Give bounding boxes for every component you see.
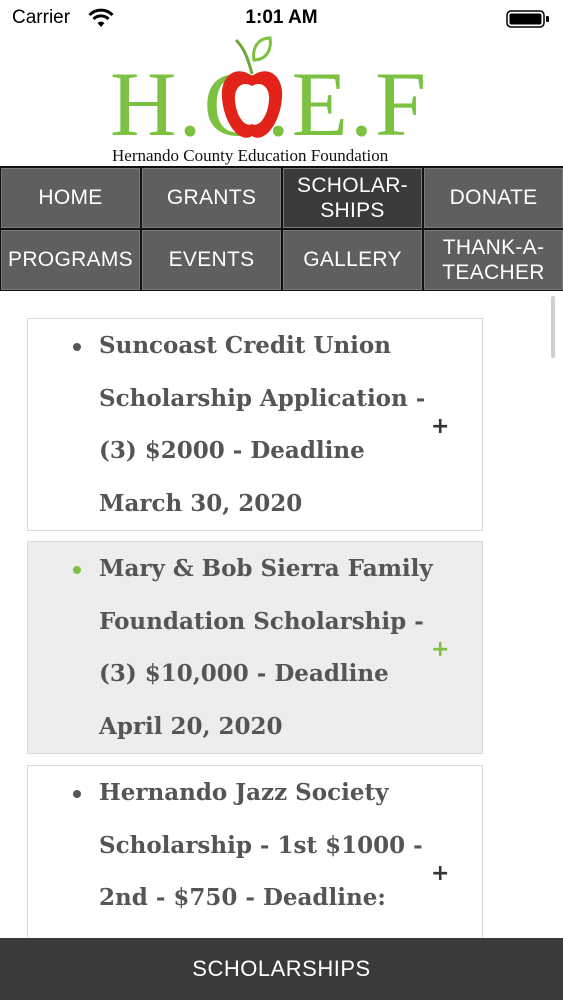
nav-home[interactable]: HOME bbox=[1, 168, 140, 228]
bullet-icon bbox=[73, 790, 81, 798]
battery-icon bbox=[506, 10, 549, 28]
scholarship-list[interactable]: Suncoast Credit Union Scholarship Applic… bbox=[0, 291, 563, 938]
bullet-icon bbox=[73, 566, 81, 574]
scholarship-title: Mary & Bob Sierra Family Foundation Scho… bbox=[99, 555, 433, 740]
scholarship-title: Hernando Jazz Society Scholarship - 1st … bbox=[99, 779, 423, 938]
nav-scholarships[interactable]: SCHOLAR- SHIPS bbox=[283, 168, 422, 228]
logo-subtitle: Hernando County Education Foundation bbox=[112, 146, 389, 165]
expand-plus-icon[interactable]: + bbox=[431, 863, 449, 885]
scholarship-title: Suncoast Credit Union Scholarship Applic… bbox=[99, 332, 426, 517]
nav-gallery[interactable]: GALLERY bbox=[283, 230, 422, 290]
scholarship-card[interactable]: Mary & Bob Sierra Family Foundation Scho… bbox=[27, 541, 483, 754]
nav-donate[interactable]: DONATE bbox=[424, 168, 563, 228]
status-bar: Carrier 1:01 AM bbox=[0, 0, 563, 40]
clock: 1:01 AM bbox=[245, 7, 318, 28]
hcef-logo[interactable]: H.C.E.F Hernando County Education Founda… bbox=[100, 36, 460, 168]
expand-plus-icon[interactable]: + bbox=[431, 416, 449, 438]
expand-plus-icon[interactable]: + bbox=[431, 639, 449, 661]
main-nav: HOME GRANTS SCHOLAR- SHIPS DONATE PROGRA… bbox=[0, 166, 563, 291]
bullet-icon bbox=[73, 343, 81, 351]
current-section-bar[interactable]: SCHOLARSHIPS bbox=[0, 938, 563, 1000]
nav-programs[interactable]: PROGRAMS bbox=[1, 230, 140, 290]
scholarship-card[interactable]: Suncoast Credit Union Scholarship Applic… bbox=[27, 318, 483, 531]
nav-thank-a-teacher[interactable]: THANK-A- TEACHER bbox=[424, 230, 563, 290]
nav-events[interactable]: EVENTS bbox=[142, 230, 281, 290]
scrollbar[interactable] bbox=[551, 296, 555, 358]
nav-grants[interactable]: GRANTS bbox=[142, 168, 281, 228]
scholarship-card[interactable]: Hernando Jazz Society Scholarship - 1st … bbox=[27, 765, 483, 938]
apple-icon bbox=[221, 36, 283, 138]
